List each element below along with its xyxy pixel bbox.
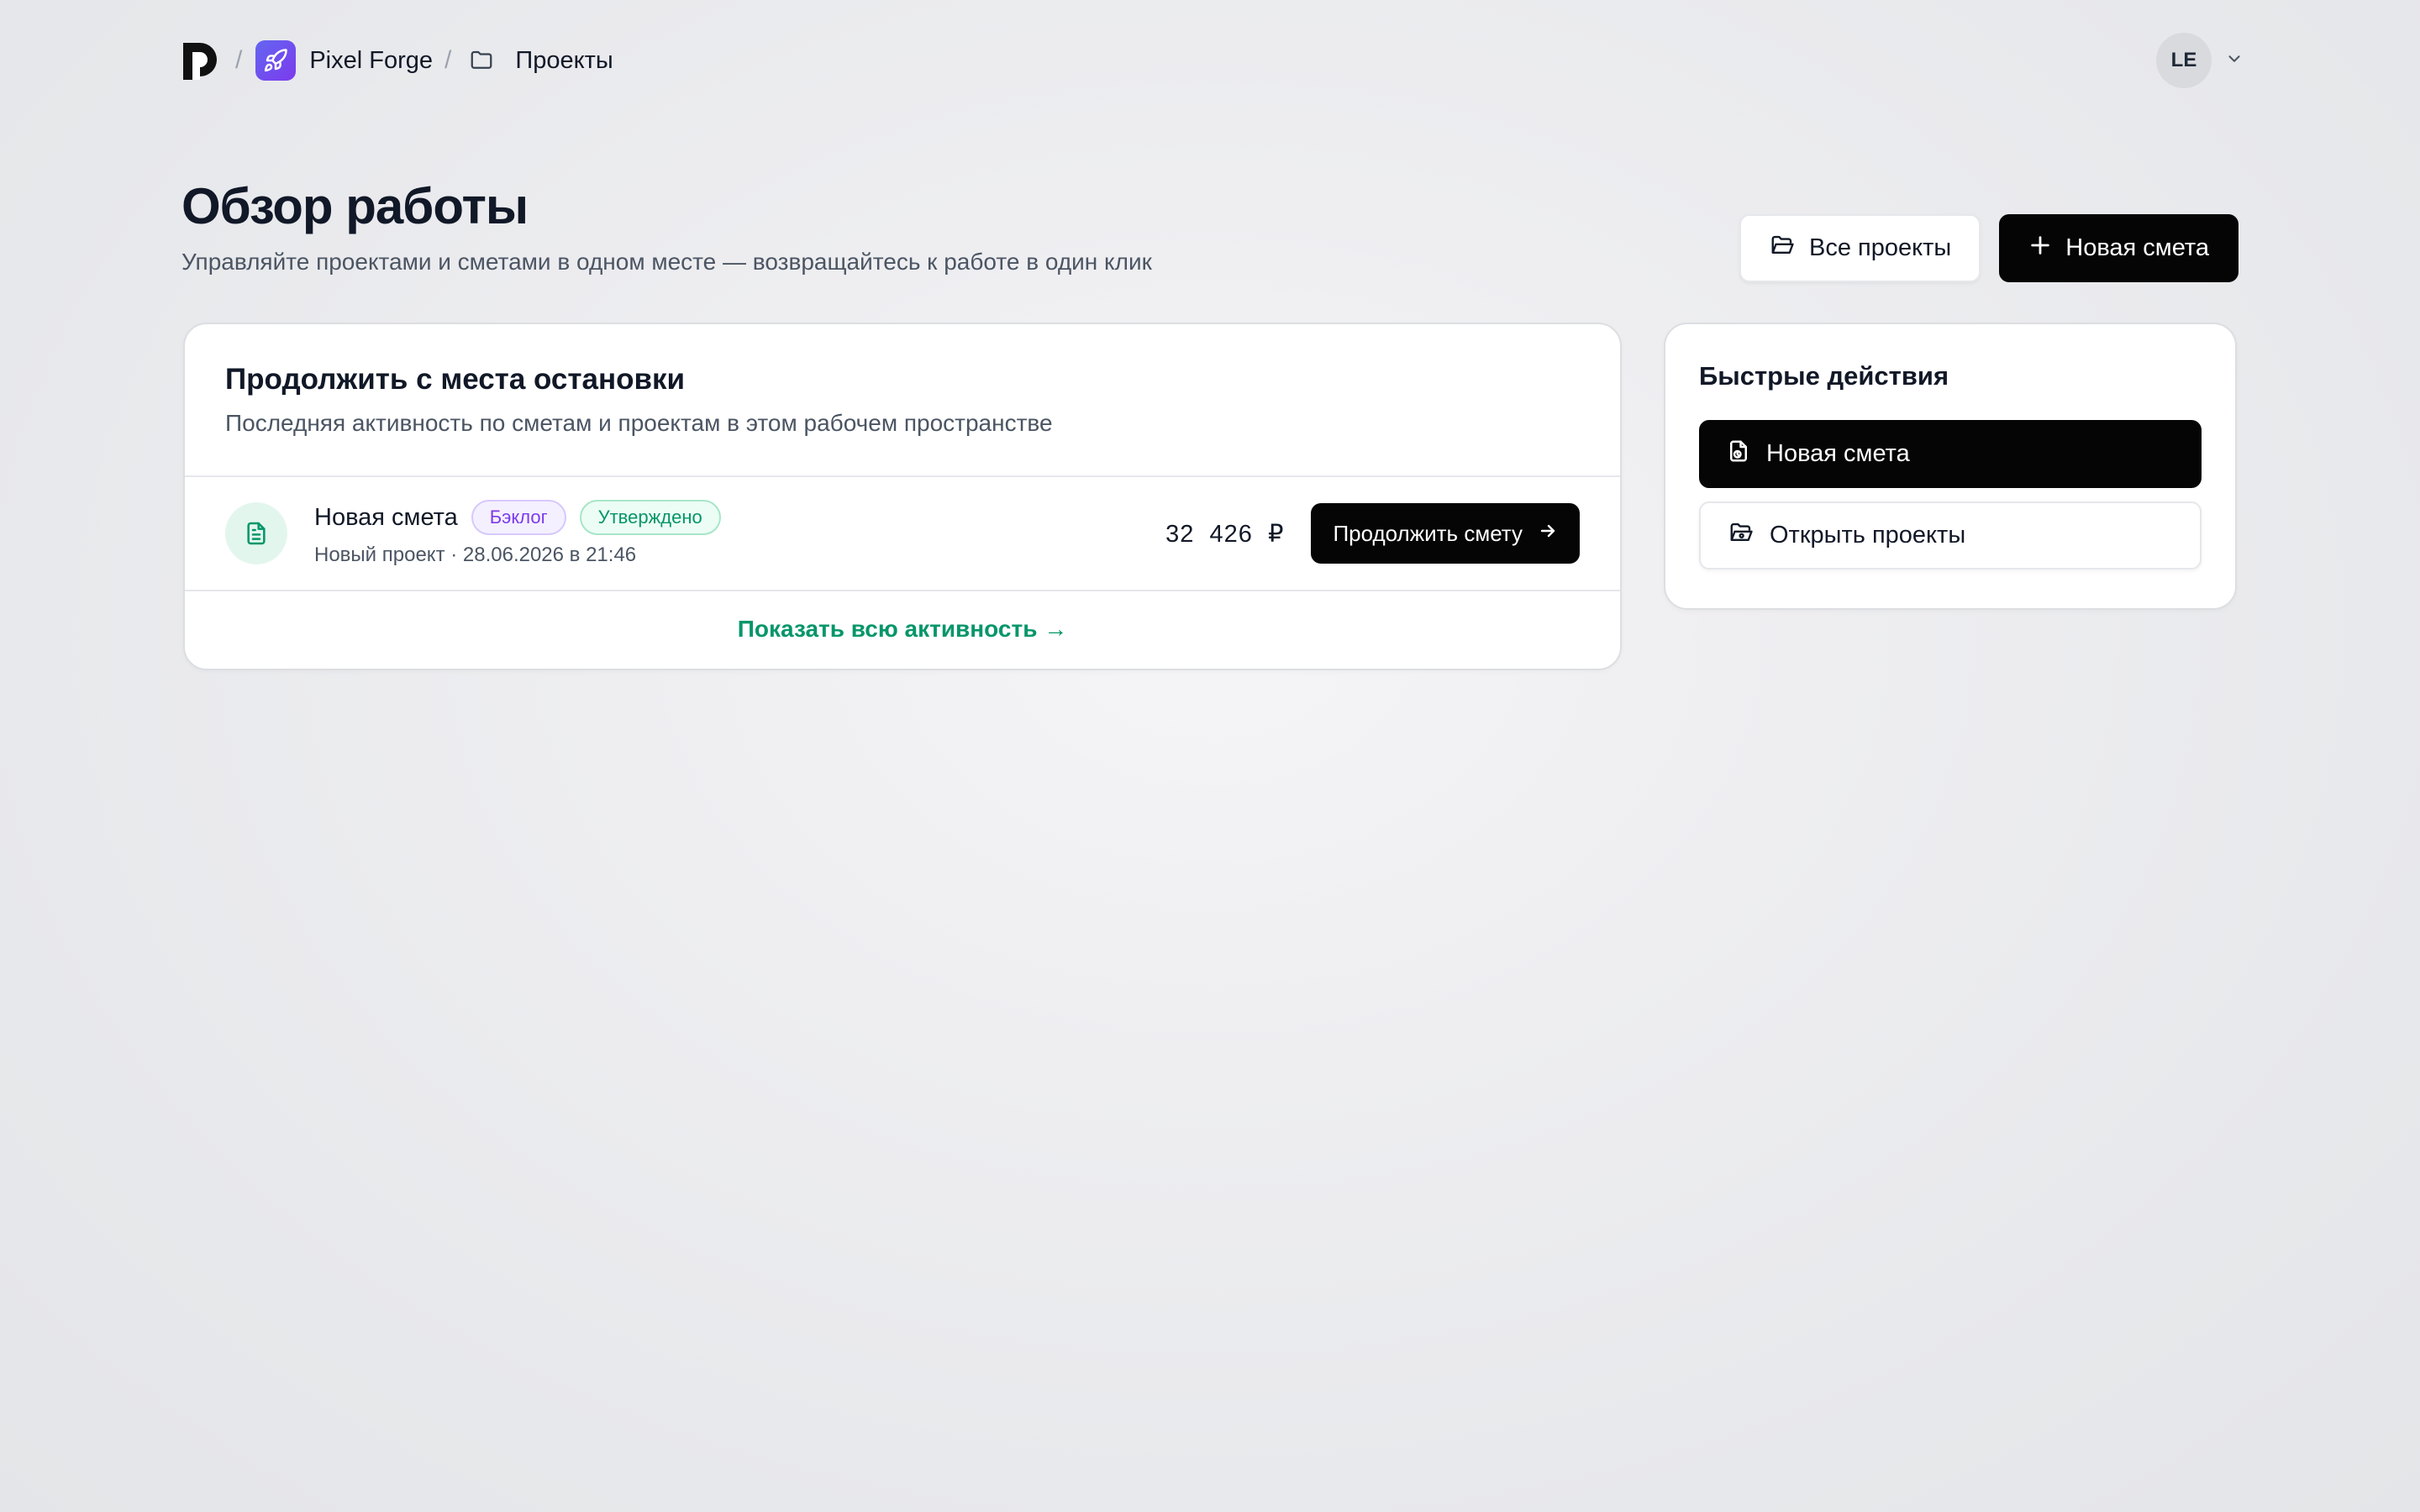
breadcrumb-separator: / [445, 46, 452, 74]
activity-meta: Новый проект · 28.06.2026 в 21:46 [314, 543, 637, 566]
all-projects-button[interactable]: Все проекты [1739, 214, 1981, 282]
open-projects-button[interactable]: Открыть проекты [1699, 501, 2202, 570]
breadcrumb-section[interactable]: Проекты [515, 47, 613, 75]
arrow-right-icon [1538, 521, 1558, 547]
continue-estimate-button[interactable]: Продолжить смету [1311, 503, 1580, 564]
quick-actions-card: Быстрые действия Новая смета Открыть про… [1664, 323, 2237, 610]
rocket-icon[interactable] [255, 40, 297, 81]
status-badge: Утверждено [579, 500, 721, 535]
folder-open-icon [1728, 520, 1754, 552]
folder-open-icon [1769, 233, 1796, 265]
activity-amount: 32 426 ₽ [1165, 520, 1285, 548]
show-all-activity-link[interactable]: Показать всю активность → [185, 591, 1620, 667]
folder-icon [468, 48, 495, 73]
breadcrumb-workspace[interactable]: Pixel Forge [309, 47, 433, 75]
continue-card-title: Продолжить с места остановки [225, 363, 686, 396]
continue-estimate-label: Продолжить смету [1333, 520, 1523, 546]
all-projects-label: Все проекты [1809, 234, 1952, 261]
activity-name[interactable]: Новая смета [314, 504, 458, 532]
chevron-down-icon[interactable] [2225, 50, 2244, 72]
page-title: Обзор работы [182, 178, 529, 234]
quick-new-estimate-label: Новая смета [1766, 440, 1910, 467]
open-projects-label: Открыть проекты [1770, 522, 1966, 549]
activity-info: Новая смета Бэклог Утверждено Новый прое… [314, 500, 721, 567]
brand-logo-icon[interactable] [182, 39, 224, 81]
avatar[interactable]: LE [2156, 33, 2212, 88]
header-actions: Все проекты Новая смета [1739, 214, 2238, 282]
document-icon [225, 502, 287, 564]
new-estimate-button[interactable]: Новая смета [1999, 214, 2238, 282]
status-badge: Бэклог [471, 500, 566, 535]
user-menu[interactable]: LE [2156, 33, 2244, 88]
continue-card-header: Продолжить с места остановки Последняя а… [185, 324, 1620, 477]
new-estimate-label: Новая смета [2065, 234, 2209, 261]
breadcrumb-separator: / [235, 46, 243, 74]
plus-icon [2028, 234, 2052, 264]
page-subtitle: Управляйте проектами и сметами в одном м… [182, 249, 1152, 275]
continue-card: Продолжить с места остановки Последняя а… [183, 323, 1622, 670]
top-bar: / Pixel Forge / Проекты LE [182, 33, 2240, 88]
quick-actions-title: Быстрые действия [1699, 361, 1949, 391]
new-document-icon [1726, 438, 1751, 471]
page-header: Обзор работы Управляйте проектами и смет… [182, 176, 1152, 276]
quick-new-estimate-button[interactable]: Новая смета [1699, 420, 2202, 488]
continue-card-subtitle: Последняя активность по сметам и проекта… [225, 410, 1053, 436]
list-item[interactable]: Новая смета Бэклог Утверждено Новый прое… [185, 477, 1620, 591]
